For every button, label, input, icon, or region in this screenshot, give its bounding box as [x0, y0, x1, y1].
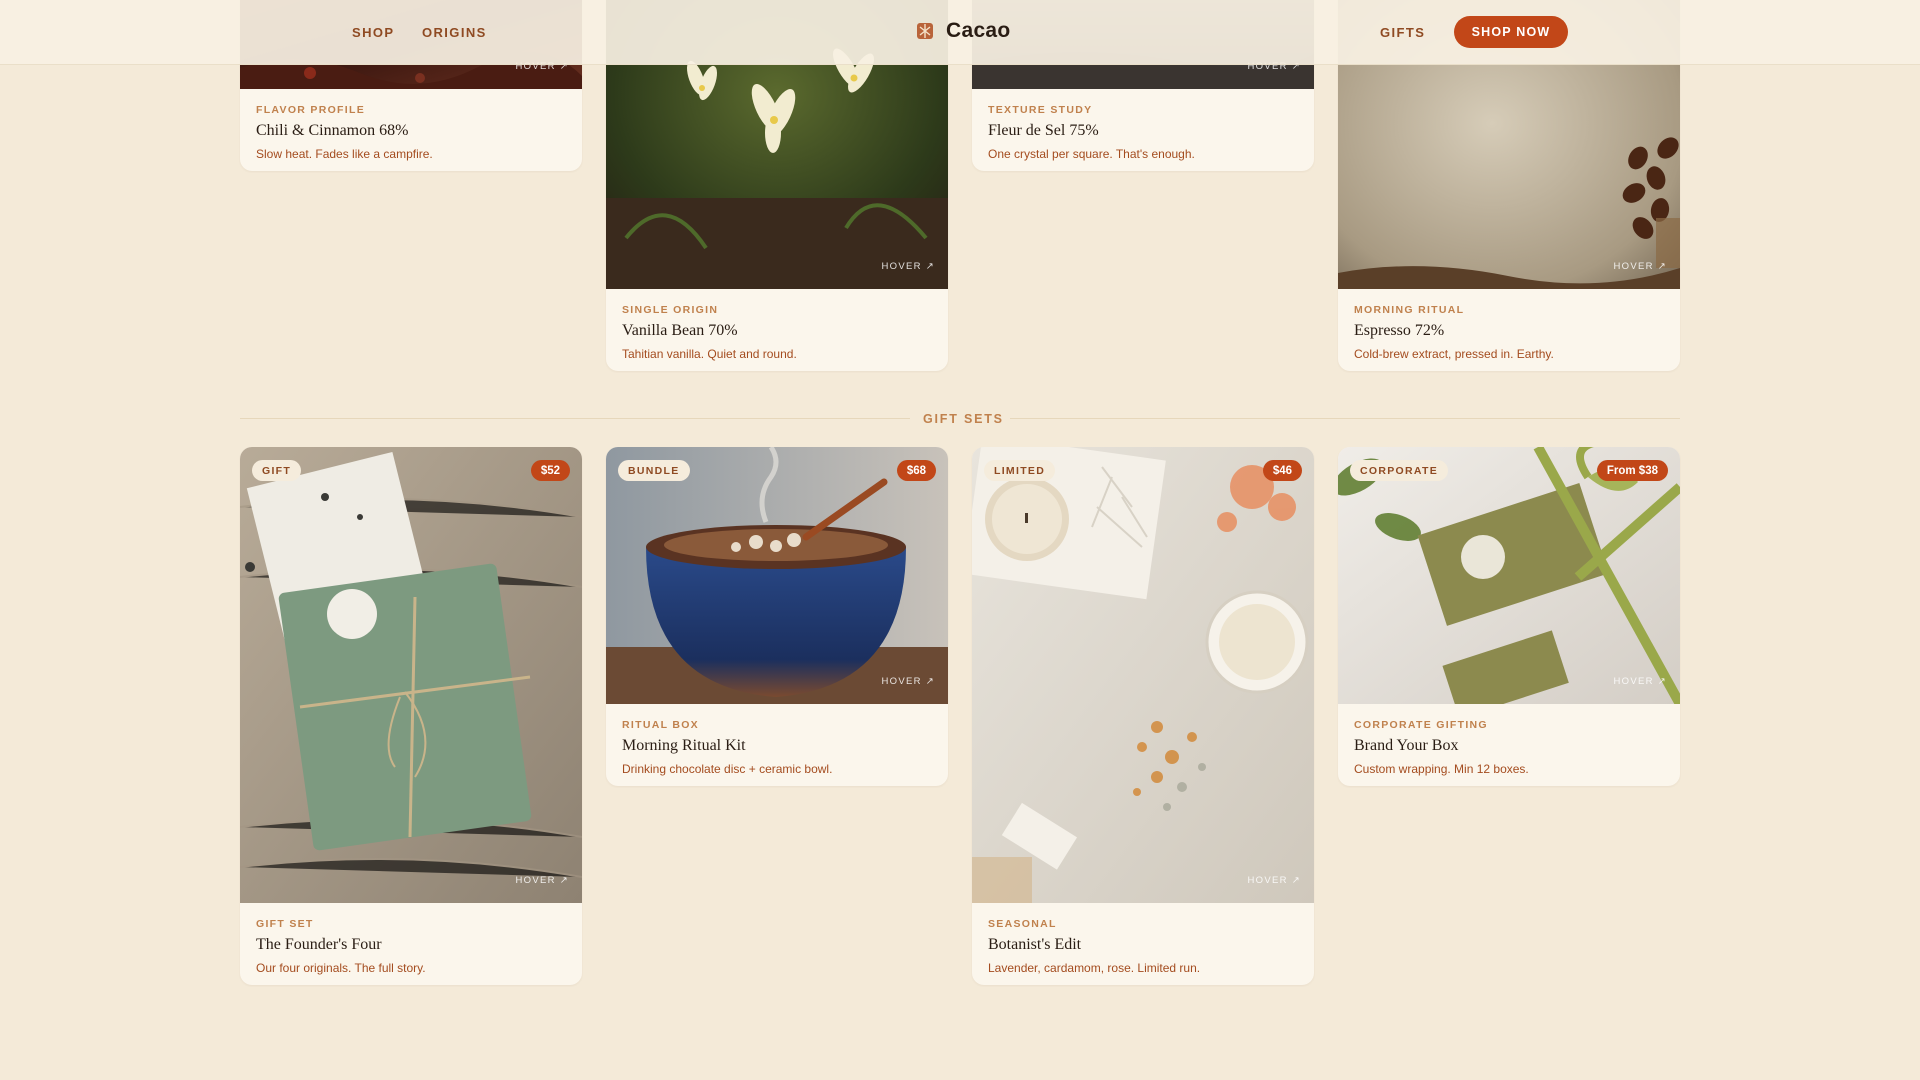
product-image: CORPORATE From $38 HOVER ↗: [1338, 447, 1680, 704]
product-tag: GIFT: [252, 460, 302, 481]
card-eyebrow: FLAVOR PROFILE: [256, 104, 366, 116]
nav-shop-link[interactable]: SHOP: [352, 25, 394, 40]
price-badge: From $38: [1596, 460, 1668, 481]
card-title: Espresso 72%: [1354, 322, 1445, 339]
card-title: Fleur de Sel 75%: [988, 122, 1099, 139]
card-description: Lavender, cardamom, rose. Limited run.: [988, 961, 1201, 975]
product-image: BUNDLE $68 HOVER ↗: [606, 447, 948, 704]
product-image: GIFT $52 HOVER ↗: [240, 447, 582, 903]
card-eyebrow: SEASONAL: [988, 918, 1057, 930]
product-tag: LIMITED: [984, 460, 1056, 481]
card-eyebrow: GIFT SET: [256, 918, 314, 930]
section-divider: [1010, 418, 1680, 419]
card-description: One crystal per square. That's enough.: [988, 147, 1195, 161]
card-description: Cold-brew extract, pressed in. Earthy.: [1354, 347, 1554, 361]
card-eyebrow: MORNING RITUAL: [1354, 304, 1465, 316]
product-image: LIMITED $46 HOVER ↗: [972, 447, 1314, 903]
gift-card[interactable]: BUNDLE $68 HOVER ↗ RITUAL BOX Morning Ri…: [606, 447, 948, 786]
card-eyebrow: RITUAL BOX: [622, 719, 699, 731]
card-description: Our four originals. The full story.: [256, 961, 426, 975]
card-description: Tahitian vanilla. Quiet and round.: [622, 347, 797, 361]
card-title: Chili & Cinnamon 68%: [256, 122, 409, 139]
hover-hint: HOVER ↗: [1247, 875, 1301, 886]
nav-gifts-link[interactable]: GIFTS: [1380, 25, 1425, 40]
gift-card[interactable]: LIMITED $46 HOVER ↗ SEASONAL Botanist's …: [972, 447, 1314, 985]
card-description: Drinking chocolate disc + ceramic bowl.: [622, 762, 833, 776]
nav-origins-link[interactable]: ORIGINS: [422, 25, 487, 40]
cacao-pod-icon: [917, 23, 933, 39]
hover-hint: HOVER ↗: [515, 875, 569, 886]
shop-now-button[interactable]: SHOP NOW: [1454, 16, 1568, 48]
price-badge: $68: [896, 460, 936, 481]
hover-hint: HOVER ↗: [881, 261, 935, 272]
site-header: SHOP ORIGINS Cacao GIFTS SHOP NOW: [0, 0, 1920, 65]
card-description: Custom wrapping. Min 12 boxes.: [1354, 762, 1529, 776]
price-badge: $52: [530, 460, 570, 481]
product-tag: CORPORATE: [1350, 460, 1449, 481]
product-tag: BUNDLE: [618, 460, 690, 481]
card-eyebrow: CORPORATE GIFTING: [1354, 719, 1488, 731]
section-title: GIFT SETS: [923, 412, 1004, 426]
price-badge: $46: [1262, 460, 1302, 481]
card-title: Vanilla Bean 70%: [622, 322, 738, 339]
card-title: Morning Ritual Kit: [622, 737, 746, 754]
section-divider: [240, 418, 910, 419]
hover-hint: HOVER ↗: [1613, 261, 1667, 272]
brand-name: Cacao: [946, 19, 1011, 42]
gift-card[interactable]: GIFT $52 HOVER ↗ GIFT SET The Founder's …: [240, 447, 582, 985]
card-title: Brand Your Box: [1354, 737, 1459, 754]
brand-logo[interactable]: Cacao: [916, 19, 1011, 43]
card-description: Slow heat. Fades like a campfire.: [256, 147, 433, 161]
card-eyebrow: SINGLE ORIGIN: [622, 304, 719, 316]
card-title: The Founder's Four: [256, 936, 382, 953]
hover-hint: HOVER ↗: [881, 676, 935, 687]
hover-hint: HOVER ↗: [1613, 676, 1667, 687]
gift-card[interactable]: CORPORATE From $38 HOVER ↗ CORPORATE GIF…: [1338, 447, 1680, 786]
card-title: Botanist's Edit: [988, 936, 1082, 953]
card-eyebrow: TEXTURE STUDY: [988, 104, 1093, 116]
